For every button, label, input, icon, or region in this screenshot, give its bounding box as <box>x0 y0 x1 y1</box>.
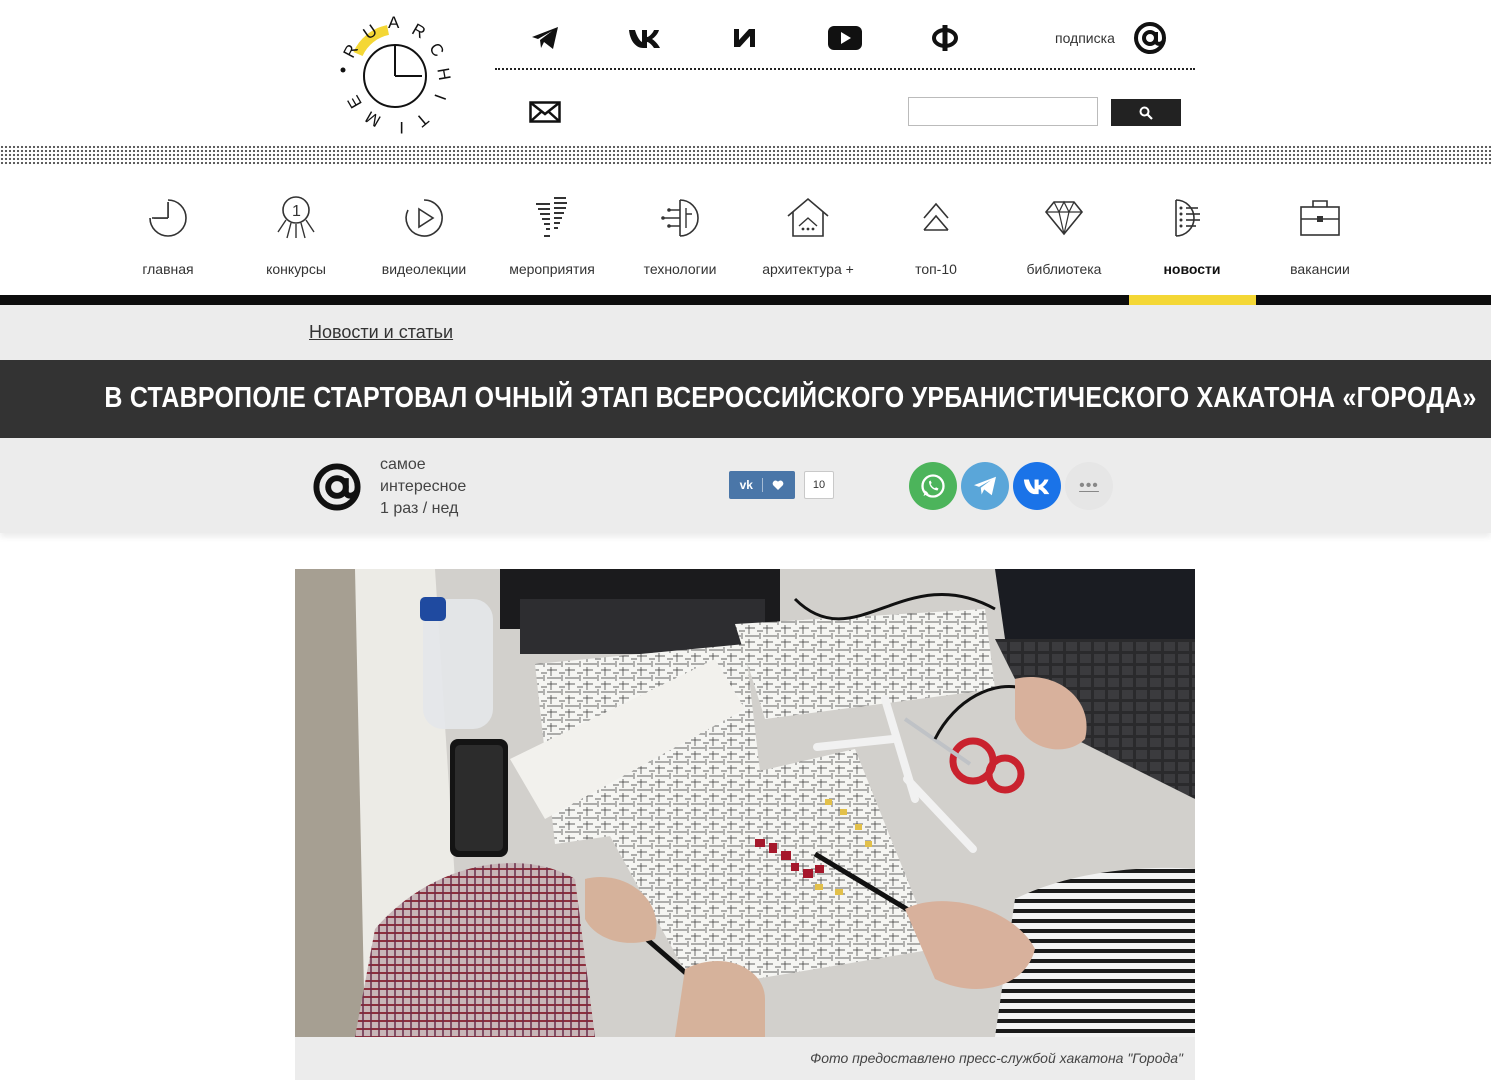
nav-item-events[interactable]: мероприятия <box>488 165 616 295</box>
breadcrumb-bar: Новости и статьи <box>0 305 1491 360</box>
circuit-icon <box>655 193 705 243</box>
nav-label: технологии <box>643 261 717 277</box>
subscribe-at-icon[interactable] <box>1130 18 1170 58</box>
logo-letter-r2: R <box>409 20 429 43</box>
nav-label: архитектура + <box>762 261 854 277</box>
share-whatsapp-button[interactable] <box>909 462 957 510</box>
nav-item-technologies[interactable]: технологии <box>616 165 744 295</box>
breadcrumb-news[interactable]: Новости и статьи <box>309 322 453 343</box>
logo-letter-a: A <box>388 13 400 32</box>
share-telegram-button[interactable] <box>961 462 1009 510</box>
digest-at-icon[interactable] <box>310 460 364 514</box>
vk-icon[interactable] <box>625 18 665 58</box>
title-bar: В СТАВРОПОЛЕ СТАРТОВАЛ ОЧНЫЙ ЭТАП ВСЕРОС… <box>0 360 1491 438</box>
nav-item-home[interactable]: главная <box>104 165 232 295</box>
photo-caption-bar: Фото предоставлено пресс-службой хакатон… <box>295 1037 1195 1080</box>
logo-letter-e: E <box>344 92 366 111</box>
telegram-icon[interactable] <box>525 18 565 58</box>
search-button[interactable] <box>1111 99 1181 126</box>
youtube-icon[interactable] <box>825 18 865 58</box>
hackathon-photo <box>295 569 1195 1037</box>
nav-label: видеолекции <box>381 261 467 277</box>
article-photo <box>295 569 1195 1037</box>
footprints-icon <box>527 193 577 243</box>
nav-label: топ-10 <box>915 261 957 277</box>
logo-letter-h: H <box>433 66 454 81</box>
nav-item-contests[interactable]: 1 конкурсы <box>232 165 360 295</box>
logo-letter-c: C <box>425 39 448 60</box>
article-title: В СТАВРОПОЛЕ СТАРТОВАЛ ОЧНЫЙ ЭТАП ВСЕРОС… <box>104 382 1477 414</box>
play-icon <box>399 193 449 243</box>
nav-label: новости <box>1163 261 1221 277</box>
social-links: подписка <box>495 18 1195 60</box>
share-bar: самое интересное 1 раз / нед vk 10 ••• <box>0 438 1491 533</box>
clock-icon <box>143 193 193 243</box>
vk-like-button[interactable]: vk <box>729 471 795 499</box>
nav-label: библиотека <box>1026 261 1102 277</box>
nav-label: главная <box>142 261 194 277</box>
digest-line-1: самое <box>380 456 426 473</box>
digest-line-2: интересное <box>380 478 467 495</box>
svg-text:1: 1 <box>292 203 301 220</box>
digest-line-3: 1 раз / нед <box>380 500 459 517</box>
vk-icon <box>1023 479 1050 495</box>
nav-item-videolectures[interactable]: видеолекции <box>360 165 488 295</box>
logo-letter-t: T <box>412 109 432 130</box>
logo-emblem: R U A R C H I T I M E <box>339 13 454 137</box>
medal-icon: 1 <box>271 193 321 243</box>
i-icon[interactable] <box>725 18 765 58</box>
list-icon <box>1167 193 1217 243</box>
f-icon[interactable] <box>925 18 965 58</box>
house-icon <box>783 193 833 243</box>
diamond-icon <box>1039 193 1089 243</box>
vk-like-count: 10 <box>804 471 834 499</box>
logo-letter-m: M <box>362 107 384 131</box>
photo-caption: Фото предоставлено пресс-службой хакатон… <box>810 1050 1183 1066</box>
logo-letter-i: I <box>430 92 449 103</box>
logo-letter-i2: I <box>399 118 404 137</box>
search-icon <box>1139 106 1153 120</box>
dotted-band <box>0 145 1491 165</box>
whatsapp-icon <box>921 474 945 498</box>
subscribe-label[interactable]: подписка <box>1055 30 1115 46</box>
nav-label: мероприятия <box>509 261 595 277</box>
heart-icon <box>773 480 784 490</box>
telegram-icon <box>974 476 996 496</box>
main-nav: главная 1 конкурсы видеолекции мероприят… <box>0 165 1491 295</box>
vk-like-separator <box>762 478 764 492</box>
nav-item-news[interactable]: новости <box>1128 165 1256 295</box>
share-vk-button[interactable] <box>1013 462 1061 510</box>
briefcase-icon <box>1295 193 1345 243</box>
digest-promo[interactable]: самое интересное 1 раз / нед <box>380 454 466 520</box>
mail-icon[interactable] <box>525 94 565 130</box>
nav-item-top10[interactable]: топ-10 <box>872 165 1000 295</box>
site-header: R U A R C H I T I M E подписка <box>0 0 1491 145</box>
search-input[interactable] <box>908 97 1098 126</box>
header-divider <box>495 68 1195 70</box>
share-more-button[interactable]: ••• <box>1065 462 1113 510</box>
nav-item-architecture[interactable]: архитектура + <box>744 165 872 295</box>
vk-like-logo: vk <box>739 478 753 492</box>
nav-underline <box>0 295 1491 305</box>
site-logo[interactable]: R U A R C H I T I M E <box>330 8 460 138</box>
nav-label: вакансии <box>1290 261 1350 277</box>
nav-active-indicator <box>1129 295 1256 305</box>
nav-item-library[interactable]: библиотека <box>1000 165 1128 295</box>
nav-label: конкурсы <box>266 261 326 277</box>
nav-item-vacancies[interactable]: вакансии <box>1256 165 1384 295</box>
arrows-up-icon <box>911 193 961 243</box>
